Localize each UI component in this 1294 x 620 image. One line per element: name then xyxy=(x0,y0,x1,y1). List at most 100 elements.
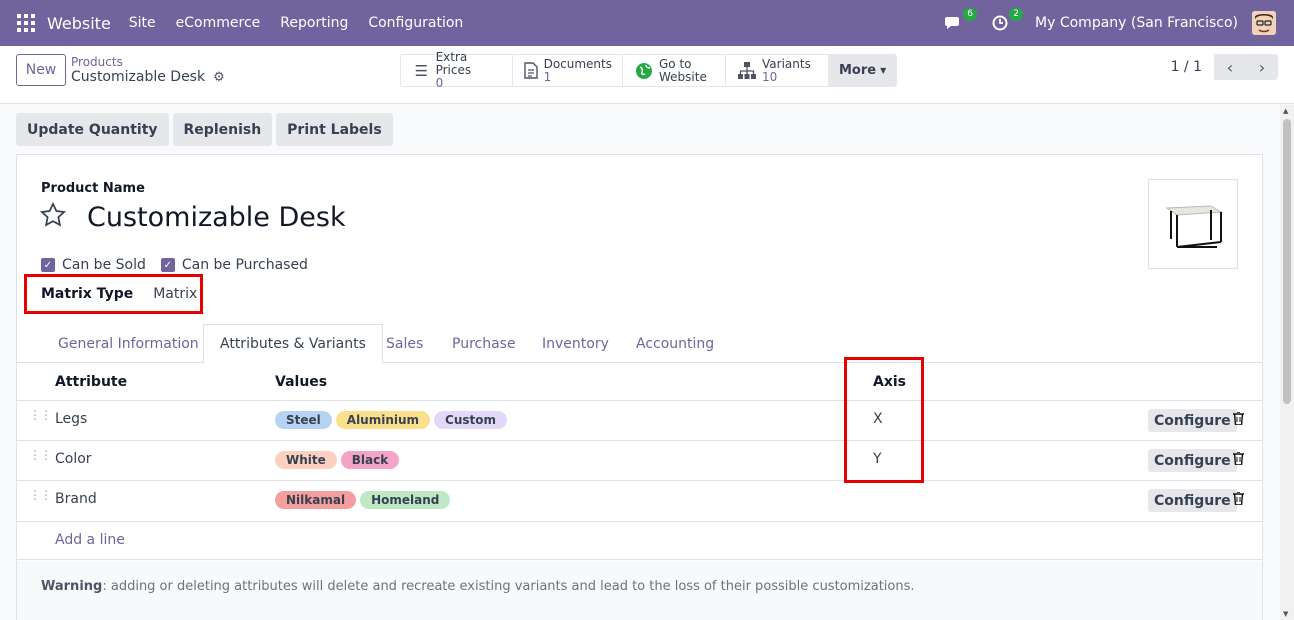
table-row[interactable]: ⋮⋮ Brand Nilkamal Homeland Configure xyxy=(17,481,1262,522)
tab-general-information[interactable]: General Information xyxy=(58,324,199,363)
activity-clock-icon[interactable]: 2 xyxy=(989,8,1024,34)
attribute-name[interactable]: Brand xyxy=(55,491,97,507)
header-values[interactable]: Values xyxy=(275,374,327,390)
scroll-down-arrow-icon[interactable]: ▼ xyxy=(1283,610,1288,618)
form-sheet: Product Name Customizable Desk ✓ Can be … xyxy=(16,154,1263,620)
list-icon: ☰ xyxy=(414,61,429,80)
configure-button[interactable]: Configure xyxy=(1148,409,1237,432)
table-row[interactable]: ⋮⋮ Color White Black Y Configure xyxy=(17,441,1262,481)
menu-site[interactable]: Site xyxy=(129,15,156,31)
new-button[interactable]: New xyxy=(16,54,66,86)
warning-text: : adding or deleting attributes will del… xyxy=(102,579,915,594)
globe-icon xyxy=(633,61,655,81)
activity-badge: 2 xyxy=(1009,8,1024,21)
more-label: More xyxy=(839,63,877,78)
warning-label: Warning xyxy=(41,579,103,594)
value-tags: White Black xyxy=(275,451,403,469)
add-a-line-link[interactable]: Add a line xyxy=(55,532,125,548)
variants-label: Variants xyxy=(762,56,811,71)
table-row[interactable]: ⋮⋮ Legs Steel Aluminium Custom X Configu… xyxy=(17,401,1262,441)
breadcrumb-products[interactable]: Products xyxy=(71,55,225,69)
smart-buttons: ☰ Extra Prices 0 Documents 1 Go to Website … xyxy=(400,51,898,90)
variants-button[interactable]: Variants 10 xyxy=(726,55,829,86)
menu-reporting[interactable]: Reporting xyxy=(280,15,348,31)
tab-inventory[interactable]: Inventory xyxy=(542,324,609,363)
configure-button[interactable]: Configure xyxy=(1148,489,1237,512)
table-header: Attribute Values Axis xyxy=(17,363,1262,401)
gear-icon[interactable]: ⚙ xyxy=(213,70,225,85)
value-tag: Black xyxy=(340,451,400,469)
attributes-table: Attribute Values Axis ⋮⋮ Legs Steel Alum… xyxy=(17,363,1262,560)
scrollbar-thumb[interactable] xyxy=(1283,119,1291,404)
chat-icon[interactable]: 6 xyxy=(943,8,978,34)
breadcrumb-current-label: Customizable Desk xyxy=(71,69,206,85)
product-name-label: Product Name xyxy=(41,181,145,196)
trash-icon[interactable] xyxy=(1233,491,1244,509)
go-to-label: Go to xyxy=(659,56,692,71)
value-tag: White xyxy=(275,451,337,469)
breadcrumb-current: Customizable Desk ⚙ xyxy=(71,69,225,85)
scroll-up-arrow-icon[interactable]: ▲ xyxy=(1283,107,1288,115)
user-avatar[interactable] xyxy=(1252,11,1276,35)
variants-value: 10 xyxy=(762,69,778,84)
documents-value: 1 xyxy=(543,69,552,84)
go-to-website-button[interactable]: Go to Website xyxy=(623,55,726,86)
value-tag: Aluminium xyxy=(335,411,431,429)
pager: 1 / 1 ‹ › xyxy=(1171,54,1278,80)
value-tag: Homeland xyxy=(360,491,451,509)
menu-ecommerce[interactable]: eCommerce xyxy=(176,15,261,31)
attribute-name[interactable]: Color xyxy=(55,451,92,467)
drag-handle-icon[interactable]: ⋮⋮ xyxy=(29,449,52,461)
more-button[interactable]: More ▼ xyxy=(829,55,897,86)
website-label: Website xyxy=(659,69,707,84)
menu-configuration[interactable]: Configuration xyxy=(368,15,463,31)
highlight-box-matrix-type xyxy=(24,274,203,314)
tab-attributes-variants[interactable]: Attributes & Variants xyxy=(203,324,383,364)
can-be-sold-checkbox[interactable]: ✓ xyxy=(41,258,55,272)
extra-prices-label: Extra Prices xyxy=(435,50,472,77)
value-tags: Nilkamal Homeland xyxy=(275,491,454,509)
value-tags: Steel Aluminium Custom xyxy=(275,411,511,429)
tab-purchase[interactable]: Purchase xyxy=(452,324,516,363)
value-tag: Steel xyxy=(275,411,332,429)
header-attribute[interactable]: Attribute xyxy=(55,374,127,390)
print-labels-button[interactable]: Print Labels xyxy=(276,113,393,146)
attribute-name[interactable]: Legs xyxy=(55,411,87,427)
pager-next-button[interactable]: › xyxy=(1246,54,1278,80)
drag-handle-icon[interactable]: ⋮⋮ xyxy=(29,409,52,421)
product-image[interactable] xyxy=(1148,179,1238,269)
tab-sales[interactable]: Sales xyxy=(386,324,423,363)
drag-handle-icon[interactable]: ⋮⋮ xyxy=(29,489,52,501)
highlight-box-axis xyxy=(844,357,924,483)
app-name[interactable]: Website xyxy=(47,14,111,33)
apps-grid-icon[interactable] xyxy=(17,14,35,32)
value-tag: Custom xyxy=(434,411,508,429)
add-line-row: Add a line xyxy=(17,522,1262,560)
documents-button[interactable]: Documents 1 xyxy=(513,55,623,86)
checkbox-row: ✓ Can be Sold ✓ Can be Purchased xyxy=(41,257,323,273)
update-quantity-button[interactable]: Update Quantity xyxy=(16,113,169,146)
chat-badge: 6 xyxy=(963,8,978,21)
trash-icon[interactable] xyxy=(1233,451,1244,469)
extra-prices-value: 0 xyxy=(435,76,444,90)
form-action-bar: Update Quantity Replenish Print Labels xyxy=(16,113,397,146)
document-icon xyxy=(523,61,540,81)
control-panel: New Products Customizable Desk ⚙ ☰ Extra… xyxy=(0,46,1294,104)
tab-accounting[interactable]: Accounting xyxy=(636,324,714,363)
sitemap-icon xyxy=(736,61,758,81)
notebook-tabs: General Information Attributes & Variant… xyxy=(17,324,1262,364)
can-be-purchased-checkbox[interactable]: ✓ xyxy=(160,258,175,272)
configure-button[interactable]: Configure xyxy=(1148,449,1237,472)
favorite-star-icon[interactable] xyxy=(39,201,67,236)
replenish-button[interactable]: Replenish xyxy=(172,113,273,146)
vertical-scrollbar[interactable]: ▲ ▼ xyxy=(1280,105,1294,620)
pager-value[interactable]: 1 / 1 xyxy=(1171,59,1202,75)
top-navbar: Website Site eCommerce Reporting Configu… xyxy=(0,0,1294,46)
trash-icon[interactable] xyxy=(1233,411,1244,429)
product-name-field[interactable]: Customizable Desk xyxy=(87,202,346,233)
documents-label: Documents xyxy=(543,56,612,71)
extra-prices-button[interactable]: ☰ Extra Prices 0 xyxy=(401,51,513,90)
pager-previous-button[interactable]: ‹ xyxy=(1214,54,1246,80)
company-switcher[interactable]: My Company (San Francisco) xyxy=(1035,15,1238,31)
value-tag: Nilkamal xyxy=(275,491,357,509)
